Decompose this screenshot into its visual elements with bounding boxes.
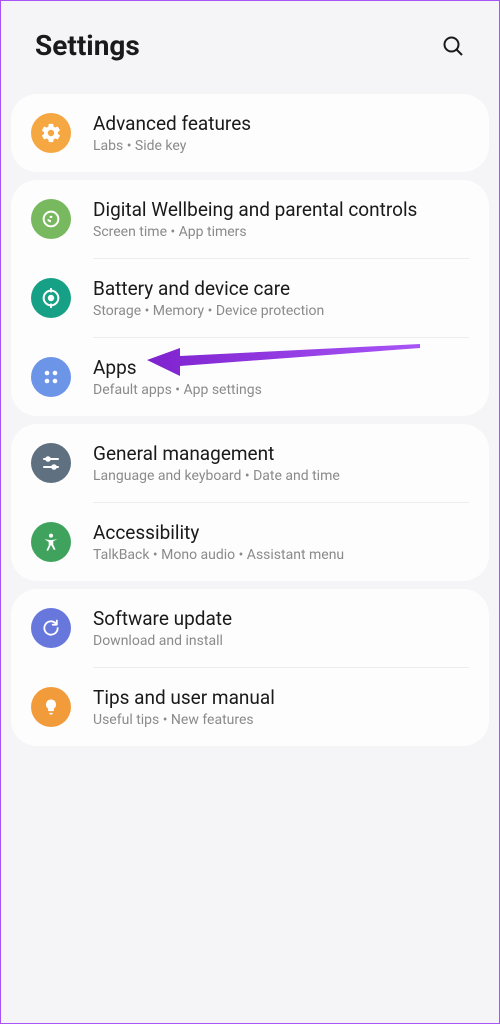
settings-item-tips-manual[interactable]: Tips and user manual Useful tips • New f… xyxy=(11,668,489,746)
item-subtitle: Download and install xyxy=(93,633,469,649)
item-title: Digital Wellbeing and parental controls xyxy=(93,198,469,221)
settings-item-digital-wellbeing[interactable]: Digital Wellbeing and parental controls … xyxy=(11,180,489,258)
item-content: Accessibility TalkBack • Mono audio • As… xyxy=(93,521,469,563)
item-subtitle: Language and keyboard • Date and time xyxy=(93,468,469,484)
item-title: Battery and device care xyxy=(93,277,469,300)
item-title: General management xyxy=(93,442,469,465)
item-content: General management Language and keyboard… xyxy=(93,442,469,484)
item-content: Tips and user manual Useful tips • New f… xyxy=(93,686,469,728)
item-content: Digital Wellbeing and parental controls … xyxy=(93,198,469,240)
item-subtitle: Default apps • App settings xyxy=(93,382,469,398)
item-subtitle: Screen time • App timers xyxy=(93,224,469,240)
sliders-icon xyxy=(31,443,71,483)
settings-group: Advanced features Labs • Side key xyxy=(11,94,489,172)
item-title: Software update xyxy=(93,607,469,630)
apps-icon xyxy=(31,357,71,397)
settings-item-advanced-features[interactable]: Advanced features Labs • Side key xyxy=(11,94,489,172)
item-subtitle: TalkBack • Mono audio • Assistant menu xyxy=(93,547,469,563)
item-title: Accessibility xyxy=(93,521,469,544)
battery-icon xyxy=(31,278,71,318)
settings-item-software-update[interactable]: Software update Download and install xyxy=(11,589,489,667)
item-title: Advanced features xyxy=(93,112,469,135)
accessibility-icon xyxy=(31,522,71,562)
item-subtitle: Storage • Memory • Device protection xyxy=(93,303,469,319)
settings-item-battery-care[interactable]: Battery and device care Storage • Memory… xyxy=(11,259,489,337)
settings-group: Digital Wellbeing and parental controls … xyxy=(11,180,489,416)
gear-icon xyxy=(31,113,71,153)
item-title: Tips and user manual xyxy=(93,686,469,709)
item-title: Apps xyxy=(93,356,469,379)
item-content: Software update Download and install xyxy=(93,607,469,649)
item-content: Apps Default apps • App settings xyxy=(93,356,469,398)
page-title: Settings xyxy=(35,29,140,62)
settings-item-apps[interactable]: Apps Default apps • App settings xyxy=(11,338,489,416)
settings-item-accessibility[interactable]: Accessibility TalkBack • Mono audio • As… xyxy=(11,503,489,581)
settings-group: Software update Download and install Tip… xyxy=(11,589,489,746)
settings-item-general-management[interactable]: General management Language and keyboard… xyxy=(11,424,489,502)
wellbeing-icon xyxy=(31,199,71,239)
item-content: Battery and device care Storage • Memory… xyxy=(93,277,469,319)
item-subtitle: Useful tips • New features xyxy=(93,712,469,728)
lightbulb-icon xyxy=(31,687,71,727)
item-content: Advanced features Labs • Side key xyxy=(93,112,469,154)
settings-header: Settings xyxy=(1,1,499,86)
search-icon[interactable] xyxy=(441,34,465,58)
item-subtitle: Labs • Side key xyxy=(93,138,469,154)
update-icon xyxy=(31,608,71,648)
settings-group: General management Language and keyboard… xyxy=(11,424,489,581)
